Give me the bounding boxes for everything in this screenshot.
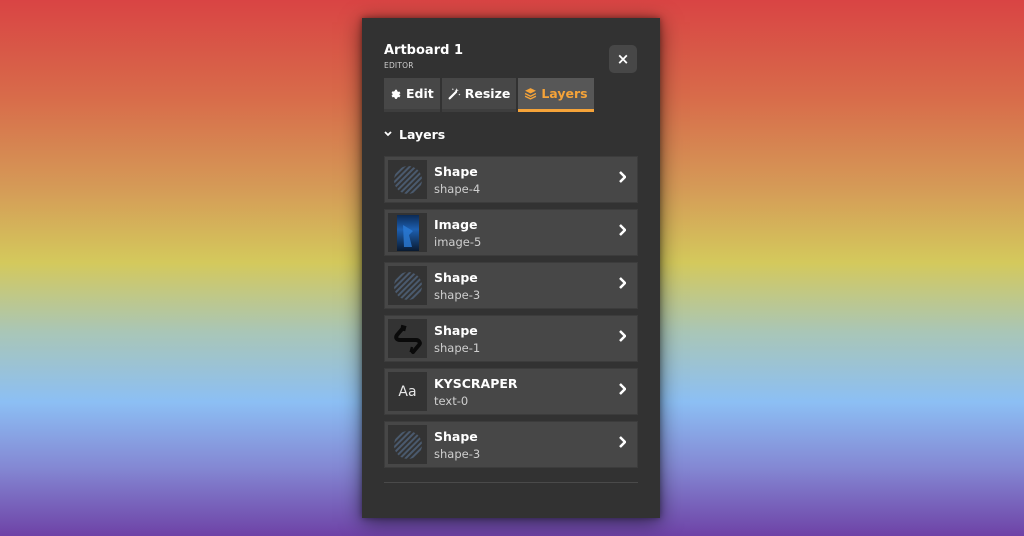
close-icon: × bbox=[616, 50, 630, 68]
layers-icon bbox=[524, 87, 537, 100]
chevron-right-icon bbox=[618, 436, 627, 452]
divider bbox=[384, 482, 638, 483]
chevron-right-icon bbox=[618, 224, 627, 240]
text-icon: Aa bbox=[388, 372, 427, 411]
gear-icon bbox=[390, 88, 402, 100]
layers-section-toggle[interactable]: Layers bbox=[384, 127, 445, 142]
layer-title: Image bbox=[434, 217, 478, 232]
magic-wand-icon bbox=[448, 87, 461, 100]
layer-item[interactable]: Shape shape-3 bbox=[384, 262, 638, 309]
tab-edit-label: Edit bbox=[406, 86, 434, 101]
layer-title: Shape bbox=[434, 429, 478, 444]
tab-bar: Edit Resize Layers bbox=[384, 78, 594, 112]
tab-edit[interactable]: Edit bbox=[384, 78, 440, 112]
layer-item[interactable]: Shape shape-3 bbox=[384, 421, 638, 468]
hatched-circle-icon bbox=[388, 160, 427, 199]
section-title: Layers bbox=[399, 127, 446, 142]
layer-item[interactable]: Shape shape-1 bbox=[384, 315, 638, 362]
chevron-right-icon bbox=[618, 171, 627, 187]
tab-layers-label: Layers bbox=[541, 86, 588, 101]
tab-resize-label: Resize bbox=[464, 86, 511, 101]
layer-id: shape-3 bbox=[434, 288, 481, 302]
layer-item[interactable]: Shape shape-4 bbox=[384, 156, 638, 203]
layer-title: Shape bbox=[434, 270, 478, 285]
layer-title: KYSCRAPER bbox=[434, 376, 518, 391]
layer-title: Shape bbox=[434, 323, 478, 338]
layer-id: shape-4 bbox=[434, 182, 481, 196]
chevron-right-icon bbox=[618, 383, 627, 399]
hatched-circle-icon bbox=[388, 425, 427, 464]
layer-id: image-5 bbox=[434, 235, 482, 249]
layer-id: text-0 bbox=[434, 394, 469, 408]
panel-subtitle: EDITOR bbox=[384, 61, 414, 70]
image-thumbnail bbox=[388, 213, 427, 252]
hatched-circle-icon bbox=[388, 266, 427, 305]
layer-id: shape-1 bbox=[434, 341, 481, 355]
layer-id: shape-3 bbox=[434, 447, 481, 461]
tab-layers[interactable]: Layers bbox=[518, 78, 594, 112]
chevron-down-icon bbox=[384, 130, 392, 140]
chevron-right-icon bbox=[618, 330, 627, 346]
layer-item[interactable]: Image image-5 bbox=[384, 209, 638, 256]
panel-title: Artboard 1 bbox=[384, 43, 463, 58]
tab-resize[interactable]: Resize bbox=[441, 78, 517, 112]
layer-title: Shape bbox=[434, 164, 478, 179]
chevron-right-icon bbox=[618, 277, 627, 293]
layer-item[interactable]: Aa KYSCRAPER text-0 bbox=[384, 368, 638, 415]
close-button[interactable]: × bbox=[609, 45, 637, 73]
layers-list: Shape shape-4 Image image-5 Shape shape-… bbox=[384, 156, 638, 474]
s-curve-shape-icon bbox=[388, 319, 427, 358]
editor-panel: Artboard 1 EDITOR × Edit Resize Layers L… bbox=[362, 18, 660, 518]
